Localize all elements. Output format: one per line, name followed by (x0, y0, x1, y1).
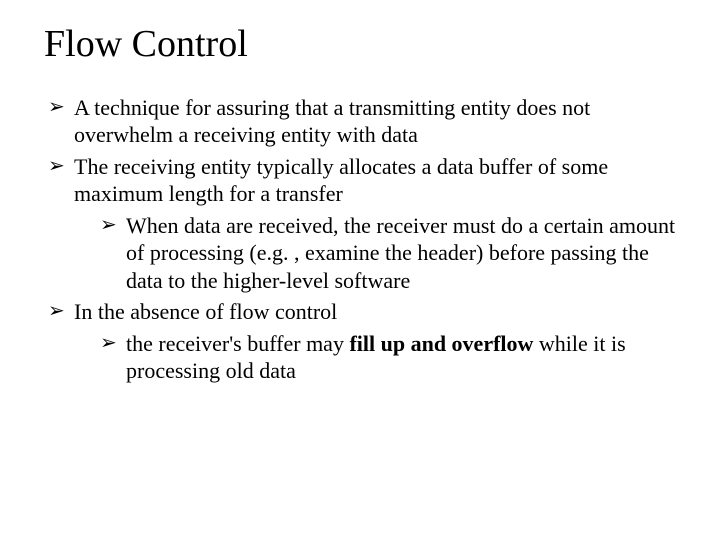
sub-bullet-text-pre: the receiver's buffer may (126, 331, 349, 356)
slide: Flow Control A technique for assuring th… (0, 0, 720, 409)
slide-title: Flow Control (44, 24, 676, 66)
bullet-list: A technique for assuring that a transmit… (44, 94, 676, 385)
sub-bullet-list: the receiver's buffer may fill up and ov… (74, 330, 676, 385)
sub-bullet-item: When data are received, the receiver mus… (100, 212, 676, 295)
bullet-text: The receiving entity typically allocates… (74, 154, 608, 207)
bullet-item: In the absence of flow control the recei… (48, 298, 676, 385)
sub-bullet-list: When data are received, the receiver mus… (74, 212, 676, 295)
bullet-item: The receiving entity typically allocates… (48, 153, 676, 295)
sub-bullet-text-bold: fill up and overflow (349, 331, 533, 356)
bullet-text: In the absence of flow control (74, 299, 337, 324)
sub-bullet-text: When data are received, the receiver mus… (126, 213, 675, 293)
bullet-text: A technique for assuring that a transmit… (74, 95, 590, 148)
sub-bullet-item: the receiver's buffer may fill up and ov… (100, 330, 676, 385)
bullet-item: A technique for assuring that a transmit… (48, 94, 676, 149)
